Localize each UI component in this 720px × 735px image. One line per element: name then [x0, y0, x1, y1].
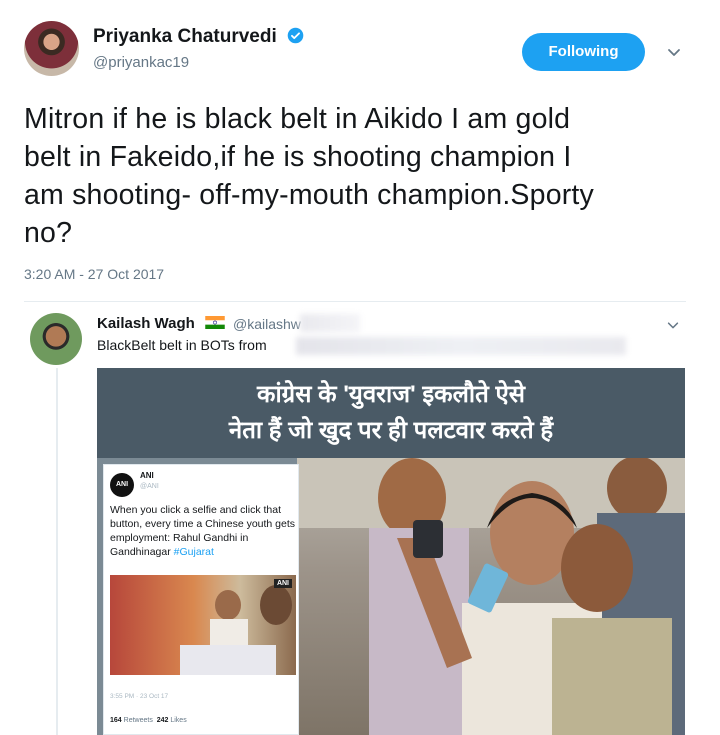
- tweet-card: Priyanka Chaturvedi @priyankac19 Followi…: [0, 0, 720, 735]
- embedded-photo-illustration: [180, 585, 292, 675]
- embedded-hashtag: #Gujarat: [173, 546, 214, 558]
- author-name-row[interactable]: Priyanka Chaturvedi: [93, 26, 304, 48]
- retweets-label: Retweets: [123, 717, 153, 724]
- embedded-photo: ANI: [110, 575, 296, 675]
- quoted-media-image[interactable]: कांग्रेस के 'युवराज' इकलौते ऐसे नेता हैं…: [97, 368, 685, 735]
- media-banner-text: कांग्रेस के 'युवराज' इकलौते ऐसे नेता हैं…: [97, 368, 685, 458]
- quoted-author-avatar[interactable]: [30, 313, 82, 365]
- quoted-text: BlackBelt belt in BOTs from: [97, 337, 267, 353]
- embedded-image-badge: ANI: [273, 579, 292, 588]
- author-display-name[interactable]: Priyanka Chaturvedi: [93, 26, 277, 47]
- tweet-text: Mitron if he is black belt in Aikido I a…: [24, 103, 595, 249]
- author-avatar[interactable]: [24, 21, 79, 76]
- tweet-timestamp[interactable]: 3:20 AM - 27 Oct 2017: [24, 266, 164, 282]
- quoted-handle[interactable]: @kailashw: [233, 316, 301, 332]
- embedded-name: ANI: [140, 471, 154, 480]
- quoted-display-name[interactable]: Kailash Wagh: [97, 315, 195, 332]
- india-flag-icon: [205, 316, 225, 329]
- quoted-chevron-down-icon[interactable]: [666, 318, 680, 332]
- thread-line: [56, 368, 58, 735]
- verified-badge-icon: [287, 27, 304, 44]
- embedded-handle: @ANI: [140, 483, 159, 490]
- author-handle[interactable]: @priyankac19: [93, 54, 189, 71]
- likes-label: Likes: [170, 717, 187, 724]
- photo-illustration: [297, 458, 685, 735]
- blurred-region: [296, 337, 626, 355]
- following-button[interactable]: Following: [522, 33, 645, 71]
- embedded-text: When you click a selfie and click that b…: [110, 503, 296, 559]
- embedded-ani-tweet: ANI ANI @ANI When you click a selfie and…: [103, 464, 299, 735]
- ani-logo: ANI: [110, 473, 134, 497]
- quoted-author-name-row[interactable]: Kailash Wagh: [97, 315, 225, 332]
- selfie-photo: [297, 458, 685, 735]
- embedded-time: 3:55 PM · 23 Oct 17: [110, 693, 169, 700]
- chevron-down-icon[interactable]: [666, 44, 682, 60]
- embedded-stats: 164 Retweets 242 Likes: [110, 717, 187, 724]
- likes-count: 242: [156, 717, 169, 724]
- divider: [24, 301, 686, 302]
- retweets-count: 164: [110, 717, 122, 724]
- blurred-region: [300, 314, 360, 332]
